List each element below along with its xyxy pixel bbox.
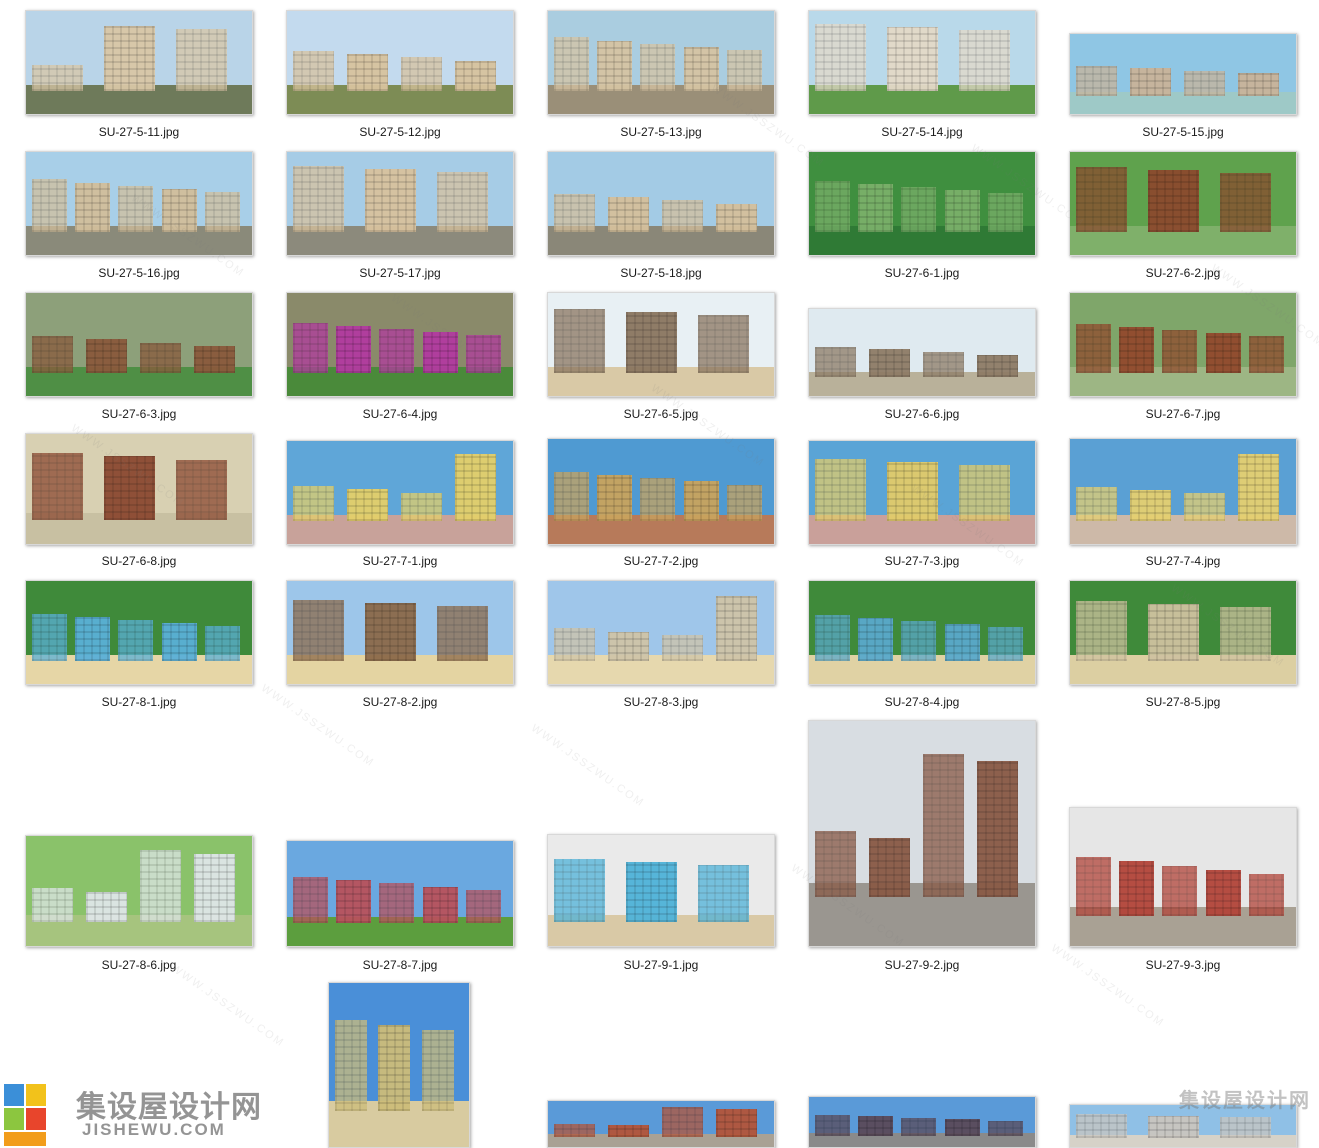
file-name-label[interactable]: SU-27-7-1.jpg [286, 554, 514, 568]
file-thumbnail[interactable] [286, 840, 514, 947]
file-thumbnail[interactable] [1069, 438, 1297, 545]
file-name-label[interactable]: SU-27-7-3.jpg [808, 554, 1036, 568]
file-name-label[interactable]: SU-27-8-2.jpg [286, 695, 514, 709]
file-name-label[interactable]: SU-27-6-3.jpg [25, 407, 253, 421]
file-thumbnail[interactable] [547, 834, 775, 947]
file-thumbnail[interactable] [808, 10, 1036, 115]
file-name-label[interactable]: SU-27-7-4.jpg [1069, 554, 1297, 568]
file-thumbnail[interactable] [25, 835, 253, 947]
file-name-label[interactable]: SU-27-5-18.jpg [547, 266, 775, 280]
file-name-label[interactable]: SU-27-6-7.jpg [1069, 407, 1297, 421]
file-thumbnail[interactable] [547, 151, 775, 256]
file-thumbnail[interactable] [286, 10, 514, 115]
file-thumbnail[interactable] [547, 10, 775, 115]
file-thumbnail[interactable] [808, 308, 1036, 397]
file-thumbnail[interactable] [1069, 151, 1297, 256]
file-name-label[interactable]: SU-27-5-11.jpg [25, 125, 253, 139]
file-name-label[interactable]: SU-27-8-1.jpg [25, 695, 253, 709]
file-name-label[interactable]: SU-27-5-15.jpg [1069, 125, 1297, 139]
file-name-label[interactable]: SU-27-5-17.jpg [286, 266, 514, 280]
file-thumbnail[interactable] [286, 151, 514, 256]
file-thumbnail[interactable] [808, 580, 1036, 685]
file-name-label[interactable]: SU-27-8-3.jpg [547, 695, 775, 709]
file-name-label[interactable]: SU-27-5-12.jpg [286, 125, 514, 139]
logo-en-text: JISHEWU.COM [82, 1120, 226, 1139]
file-name-label[interactable]: SU-27-6-5.jpg [547, 407, 775, 421]
file-name-label[interactable]: SU-27-5-13.jpg [547, 125, 775, 139]
file-name-label[interactable]: SU-27-9-1.jpg [547, 958, 775, 972]
file-name-label[interactable]: SU-27-6-2.jpg [1069, 266, 1297, 280]
file-thumbnail[interactable] [328, 982, 470, 1148]
file-thumbnail-grid: SU-27-5-11.jpg SU-27-5-12.jpg SU-27-5-13.j… [0, 0, 1319, 1148]
site-logo: 集设屋设计网 JISHEWU.COM [4, 1082, 294, 1148]
file-name-label[interactable]: SU-27-5-14.jpg [808, 125, 1036, 139]
file-thumbnail[interactable] [547, 580, 775, 685]
file-thumbnail[interactable] [25, 151, 253, 256]
file-name-label[interactable]: SU-27-6-6.jpg [808, 407, 1036, 421]
file-name-label[interactable]: SU-27-6-4.jpg [286, 407, 514, 421]
file-thumbnail[interactable] [286, 292, 514, 397]
file-name-label[interactable]: SU-27-8-7.jpg [286, 958, 514, 972]
file-thumbnail[interactable] [808, 720, 1036, 947]
file-name-label[interactable]: SU-27-9-3.jpg [1069, 958, 1297, 972]
file-thumbnail[interactable] [25, 292, 253, 397]
file-thumbnail[interactable] [25, 433, 253, 545]
file-thumbnail[interactable] [547, 1100, 775, 1148]
file-name-label[interactable]: SU-27-8-6.jpg [25, 958, 253, 972]
file-name-label[interactable]: SU-27-6-8.jpg [25, 554, 253, 568]
file-name-label[interactable]: SU-27-6-1.jpg [808, 266, 1036, 280]
file-name-label[interactable]: SU-27-8-5.jpg [1069, 695, 1297, 709]
file-thumbnail[interactable] [808, 1096, 1036, 1148]
file-thumbnail[interactable] [1069, 292, 1297, 397]
logo-right-cn-text: 集设屋设计网 [1179, 1088, 1311, 1112]
file-thumbnail[interactable] [547, 292, 775, 397]
file-thumbnail[interactable] [286, 580, 514, 685]
file-thumbnail[interactable] [25, 580, 253, 685]
file-thumbnail[interactable] [1069, 33, 1297, 115]
file-name-label[interactable]: SU-27-5-16.jpg [25, 266, 253, 280]
file-thumbnail[interactable] [808, 440, 1036, 545]
file-thumbnail[interactable] [25, 10, 253, 115]
file-thumbnail[interactable] [1069, 807, 1297, 947]
file-thumbnail[interactable] [1069, 580, 1297, 685]
file-thumbnail[interactable] [286, 440, 514, 545]
logo-mark-icon [4, 1084, 46, 1146]
file-thumbnail[interactable] [547, 438, 775, 545]
file-name-label[interactable]: SU-27-7-2.jpg [547, 554, 775, 568]
file-name-label[interactable]: SU-27-9-2.jpg [808, 958, 1036, 972]
file-name-label[interactable]: SU-27-8-4.jpg [808, 695, 1036, 709]
file-thumbnail[interactable] [808, 151, 1036, 256]
site-logo-watermark: 集设屋设计网 [1161, 1084, 1311, 1124]
